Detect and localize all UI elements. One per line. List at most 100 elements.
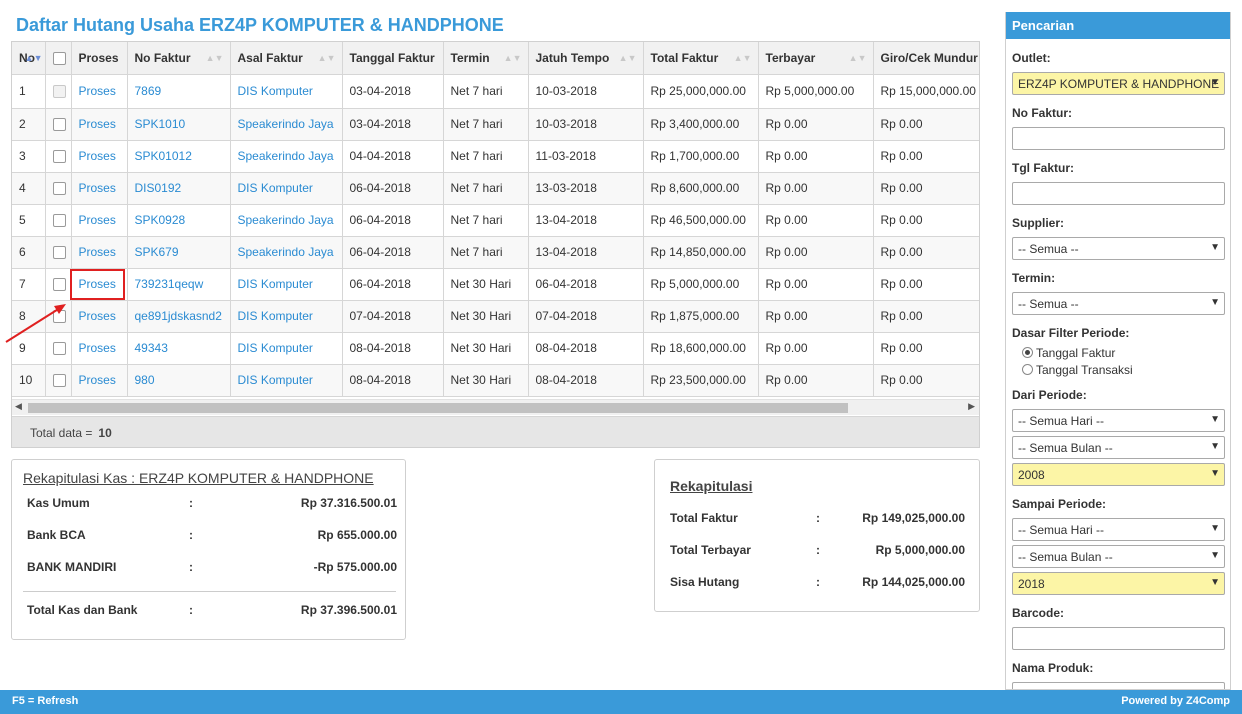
no-faktur-link[interactable]: SPK1010: [127, 108, 231, 141]
termin-select-value: -- Semua --: [1018, 297, 1079, 311]
row-number: 3: [12, 140, 46, 173]
proses-link[interactable]: Proses: [71, 364, 128, 397]
giro-cell: Rp 0.00: [873, 108, 979, 141]
col-header-giro[interactable]: Giro/Cek Mundur: [873, 42, 979, 75]
kas-value: -Rp 575.000.00: [313, 560, 397, 574]
asal-faktur-link[interactable]: Speakerindo Jaya: [230, 108, 343, 141]
rekap-label: Total Faktur: [670, 511, 738, 525]
proses-link[interactable]: Proses: [71, 74, 128, 109]
asal-faktur-link[interactable]: Speakerindo Jaya: [230, 204, 343, 237]
asal-faktur-link[interactable]: DIS Komputer: [230, 364, 343, 397]
col-header-no-faktur[interactable]: No Faktur ▲▼: [127, 42, 231, 75]
rekap-row: Total Faktur : Rp 149,025,000.00: [670, 511, 965, 525]
termin-select[interactable]: -- Semua -- ▼: [1012, 292, 1225, 315]
terbayar-cell: Rp 0.00: [758, 300, 874, 333]
asal-faktur-link[interactable]: DIS Komputer: [230, 300, 343, 333]
horizontal-scrollbar[interactable]: ◀ ▶: [12, 399, 979, 415]
barcode-input[interactable]: [1012, 627, 1225, 650]
total-faktur-cell: Rp 18,600,000.00: [643, 332, 759, 365]
terbayar-cell: Rp 0.00: [758, 140, 874, 173]
radio-tanggal-transaksi[interactable]: Tanggal Transaksi: [1022, 363, 1133, 377]
asal-faktur-link[interactable]: Speakerindo Jaya: [230, 236, 343, 269]
col-header-jatuh-tempo[interactable]: Jatuh Tempo ▲▼: [528, 42, 644, 75]
kas-row: BANK MANDIRI : -Rp 575.000.00: [27, 560, 397, 574]
row-checkbox[interactable]: [52, 150, 66, 164]
tanggal-faktur-cell: 08-04-2018: [342, 332, 444, 365]
termin-cell: Net 7 hari: [443, 108, 529, 141]
scrollbar-thumb[interactable]: [28, 403, 848, 413]
col-header-termin[interactable]: Termin ▲▼: [443, 42, 529, 75]
no-faktur-link[interactable]: 7869: [127, 74, 231, 109]
table-row: 8 Proses qe891jdskasnd2 DIS Komputer 07-04-2…: [12, 300, 979, 333]
scroll-right-icon[interactable]: ▶: [968, 401, 975, 412]
giro-cell: Rp 0.00: [873, 140, 979, 173]
sampai-bulan-value: -- Semua Bulan --: [1018, 550, 1113, 564]
asal-faktur-link[interactable]: DIS Komputer: [230, 74, 343, 109]
no-faktur-link[interactable]: SPK0928: [127, 204, 231, 237]
termin-cell: Net 30 Hari: [443, 300, 529, 333]
no-faktur-link[interactable]: SPK679: [127, 236, 231, 269]
no-faktur-link[interactable]: 49343: [127, 332, 231, 365]
no-faktur-link[interactable]: qe891jdskasnd2: [127, 300, 231, 333]
tgl-faktur-input[interactable]: [1012, 182, 1225, 205]
col-header-no[interactable]: No ▲▼: [12, 42, 46, 75]
asal-faktur-link[interactable]: DIS Komputer: [230, 172, 343, 205]
proses-link[interactable]: Proses: [71, 236, 128, 269]
chevron-down-icon: ▼: [1210, 441, 1220, 452]
asal-faktur-link[interactable]: Speakerindo Jaya: [230, 140, 343, 173]
no-faktur-link[interactable]: SPK01012: [127, 140, 231, 173]
dari-bulan-select[interactable]: -- Semua Bulan -- ▼: [1012, 436, 1225, 459]
col-header-tanggal-faktur[interactable]: Tanggal Faktur: [342, 42, 444, 75]
no-faktur-link[interactable]: 739231qeqw: [127, 268, 231, 301]
no-faktur-link[interactable]: DIS0192: [127, 172, 231, 205]
row-checkbox[interactable]: [52, 374, 66, 388]
kas-colon: :: [189, 603, 193, 617]
proses-link[interactable]: Proses: [71, 140, 128, 173]
row-select-cell: [45, 236, 72, 269]
scroll-left-icon[interactable]: ◀: [15, 401, 22, 412]
dari-bulan-value: -- Semua Bulan --: [1018, 441, 1113, 455]
no-faktur-label: No Faktur:: [1012, 106, 1072, 120]
row-select-cell: [45, 108, 72, 141]
row-checkbox[interactable]: [52, 246, 66, 260]
proses-link[interactable]: Proses: [71, 108, 128, 141]
sampai-tahun-value: 2018: [1018, 577, 1045, 591]
no-faktur-input[interactable]: [1012, 127, 1225, 150]
rekap-kas-title: Rekapitulasi Kas : ERZ4P KOMPUTER & HAND…: [23, 470, 374, 486]
no-faktur-link[interactable]: 980: [127, 364, 231, 397]
table-row: 2 Proses SPK1010 Speakerindo Jaya 03-04-2018…: [12, 108, 979, 141]
rekapitulasi-title: Rekapitulasi: [670, 478, 753, 494]
total-faktur-cell: Rp 14,850,000.00: [643, 236, 759, 269]
row-checkbox[interactable]: [52, 118, 66, 132]
row-checkbox[interactable]: [52, 214, 66, 228]
sampai-hari-select[interactable]: -- Semua Hari -- ▼: [1012, 518, 1225, 541]
sampai-bulan-select[interactable]: -- Semua Bulan -- ▼: [1012, 545, 1225, 568]
dari-tahun-value: 2008: [1018, 468, 1045, 482]
tanggal-faktur-cell: 04-04-2018: [342, 140, 444, 173]
rekap-colon: :: [816, 511, 820, 525]
sort-icon: ▲▼: [24, 53, 43, 63]
refresh-hint: F5 = Refresh: [12, 695, 79, 707]
sort-icon: ▲▼: [317, 53, 336, 63]
proses-link[interactable]: Proses: [71, 204, 128, 237]
jatuh-tempo-cell: 10-03-2018: [528, 74, 644, 109]
col-header-terbayar[interactable]: Terbayar ▲▼: [758, 42, 874, 75]
col-header-select[interactable]: [45, 42, 72, 75]
outlet-select[interactable]: ERZ4P KOMPUTER & HANDPHONE ▼: [1012, 72, 1225, 95]
select-all-checkbox[interactable]: [52, 51, 66, 65]
row-checkbox[interactable]: [52, 182, 66, 196]
proses-link[interactable]: Proses: [71, 172, 128, 205]
supplier-select[interactable]: -- Semua -- ▼: [1012, 237, 1225, 260]
col-header-asal-faktur[interactable]: Asal Faktur ▲▼: [230, 42, 343, 75]
giro-cell: Rp 0.00: [873, 236, 979, 269]
dari-tahun-select[interactable]: 2008 ▼: [1012, 463, 1225, 486]
col-header-total-faktur[interactable]: Total Faktur ▲▼: [643, 42, 759, 75]
total-data-label: Total data =: [30, 426, 93, 440]
sampai-tahun-select[interactable]: 2018 ▼: [1012, 572, 1225, 595]
dari-hari-select[interactable]: -- Semua Hari -- ▼: [1012, 409, 1225, 432]
nama-produk-input[interactable]: [1012, 682, 1225, 689]
asal-faktur-link[interactable]: DIS Komputer: [230, 268, 343, 301]
sampai-hari-value: -- Semua Hari --: [1018, 523, 1105, 537]
asal-faktur-link[interactable]: DIS Komputer: [230, 332, 343, 365]
radio-tanggal-faktur[interactable]: Tanggal Faktur: [1022, 346, 1115, 360]
